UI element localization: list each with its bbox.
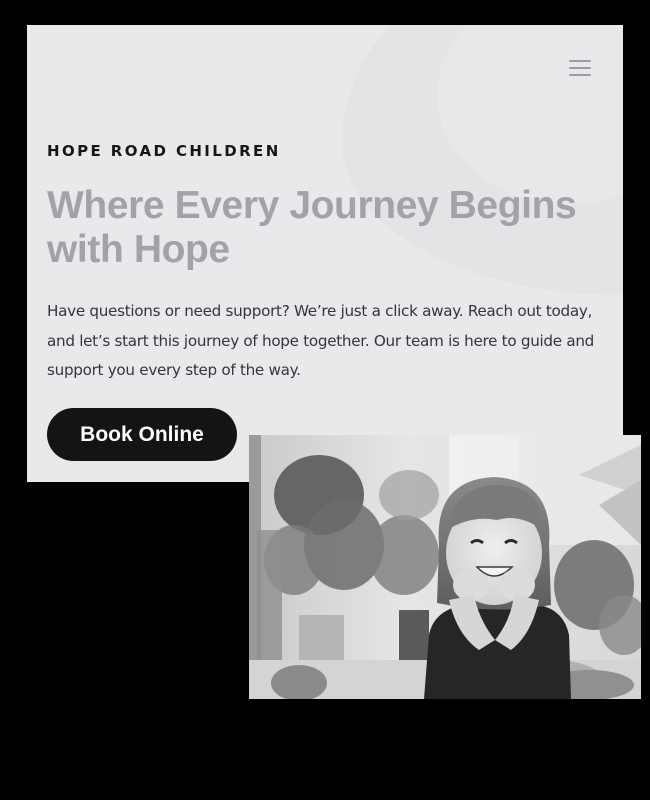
brand-name: HOPE ROAD CHILDREN <box>47 142 281 160</box>
menu-bar <box>569 60 591 62</box>
hero-headline: Where Every Journey Begins with Hope <box>47 184 577 271</box>
hamburger-menu-icon[interactable] <box>569 60 591 76</box>
hero-card: HOPE ROAD CHILDREN Where Every Journey B… <box>27 25 623 482</box>
book-online-button[interactable]: Book Online <box>47 408 237 461</box>
hero-description: Have questions or need support? We’re ju… <box>47 302 595 379</box>
menu-bar <box>569 74 591 76</box>
child-photo <box>249 435 641 699</box>
menu-bar <box>569 67 591 69</box>
